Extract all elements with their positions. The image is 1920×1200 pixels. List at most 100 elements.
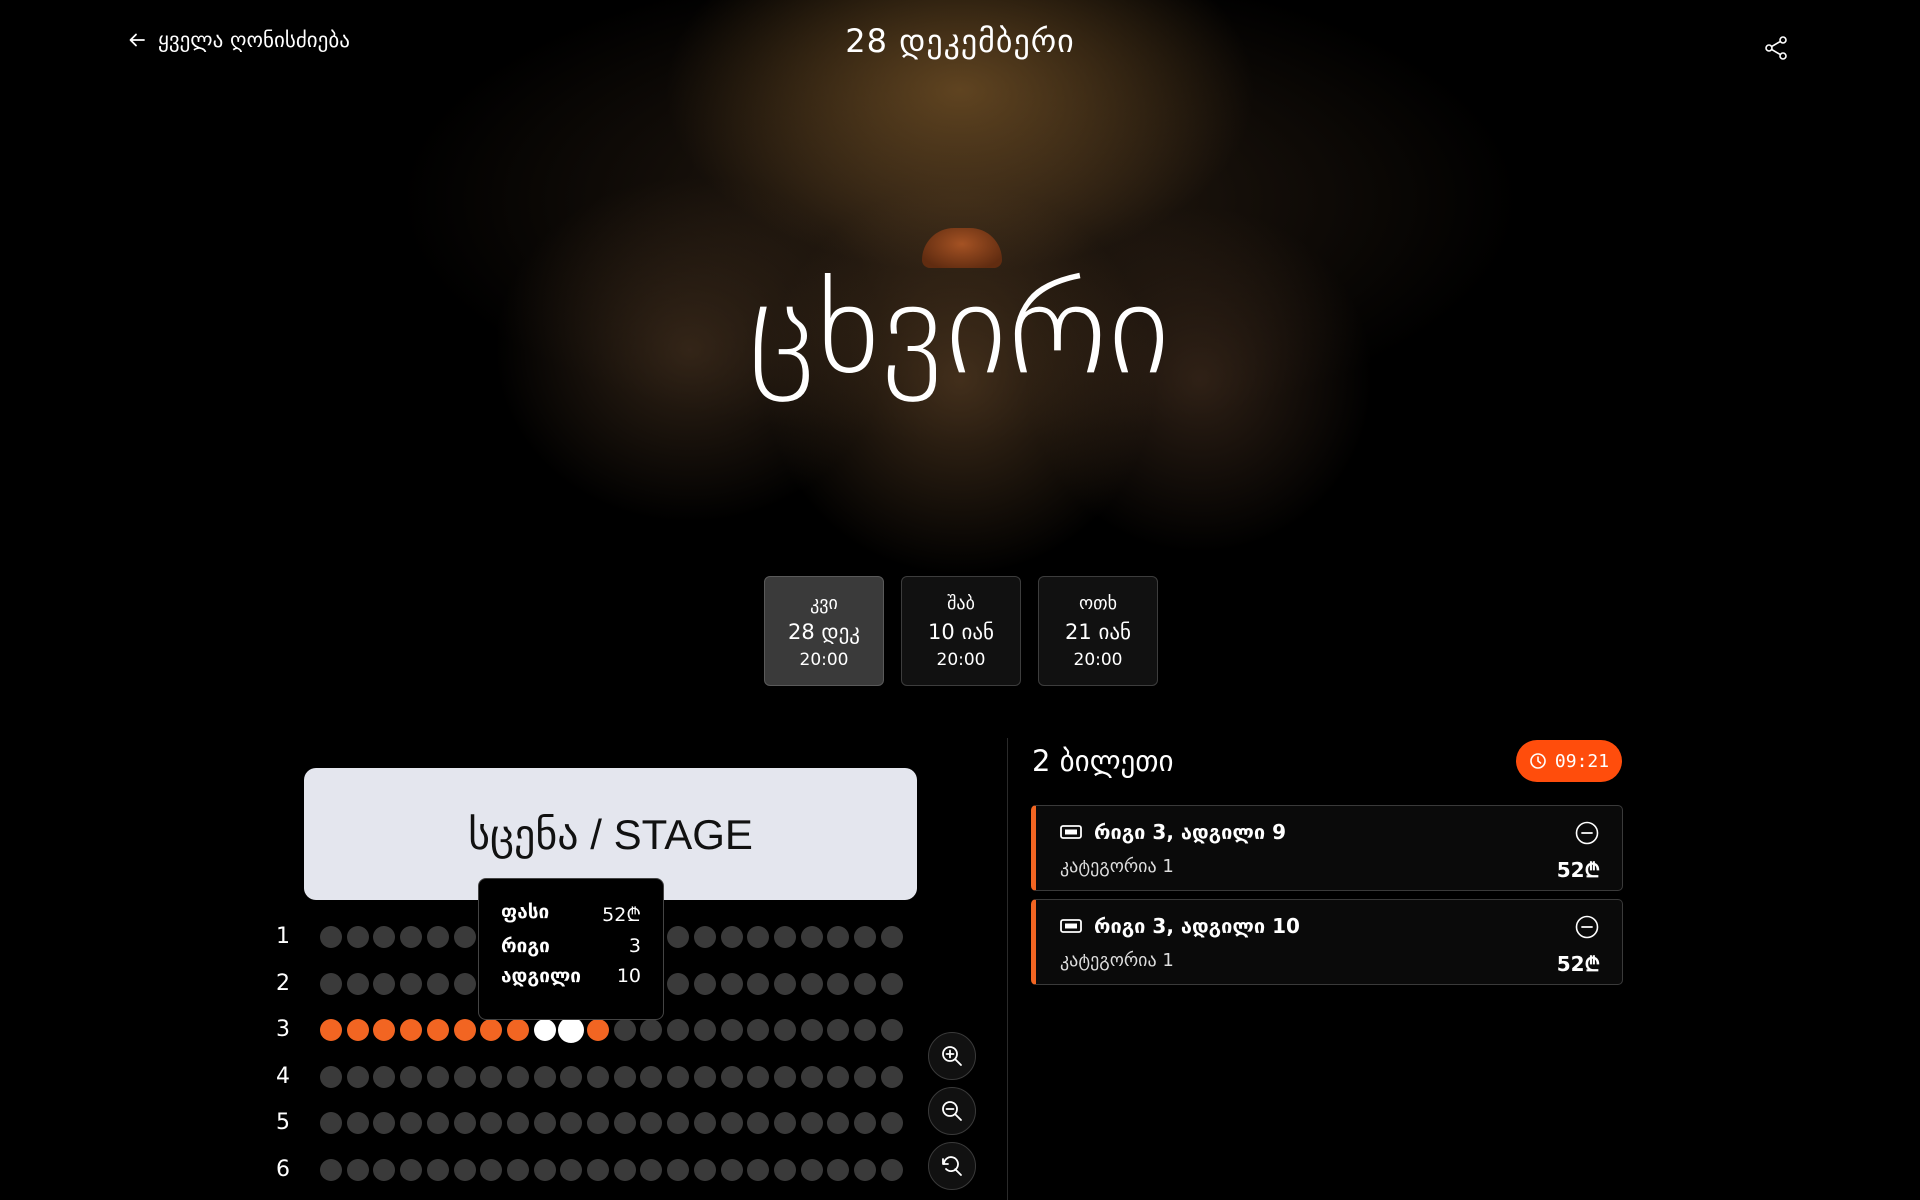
seat[interactable] [400,926,423,948]
seat[interactable] [587,1019,609,1041]
seat[interactable] [827,1158,850,1181]
seat[interactable] [720,1158,743,1181]
seat[interactable] [453,972,476,995]
seat[interactable] [320,1065,342,1088]
seat[interactable] [320,926,342,948]
seat[interactable] [880,1158,903,1181]
seat[interactable] [346,926,369,948]
seat[interactable] [640,1112,663,1134]
seat[interactable] [800,1065,823,1088]
seat[interactable] [426,1158,449,1181]
seat[interactable] [693,972,716,995]
seat[interactable] [640,1065,663,1088]
share-icon[interactable] [1762,34,1790,62]
seat[interactable] [560,1158,583,1181]
seat[interactable] [800,1112,823,1134]
seat[interactable] [720,1065,743,1088]
seat[interactable] [587,1065,609,1088]
seat[interactable] [400,972,423,995]
seat[interactable] [613,1112,636,1134]
seat[interactable] [453,1112,476,1134]
seat[interactable] [613,1065,636,1088]
seat[interactable] [800,926,823,948]
seat[interactable] [560,1112,583,1134]
seat[interactable] [506,1112,529,1134]
seat[interactable] [320,1158,342,1181]
seat[interactable] [373,1019,396,1041]
seat[interactable] [320,1112,342,1134]
seat[interactable] [560,1065,583,1088]
date-option[interactable]: ოთხ 21 იან 20:00 [1038,576,1158,686]
seat[interactable] [693,926,716,948]
seat[interactable] [558,1017,585,1043]
seat[interactable] [747,926,770,948]
seat[interactable] [827,972,850,995]
seat[interactable] [827,926,850,948]
seat[interactable] [373,926,396,948]
date-option[interactable]: კვი 28 დეკ 20:00 [764,576,884,686]
zoom-in-button[interactable] [928,1032,976,1080]
seat[interactable] [773,1019,796,1041]
seat[interactable] [453,1019,476,1041]
seat[interactable] [667,972,690,995]
seat[interactable] [533,1158,556,1181]
seat[interactable] [426,926,449,948]
seat[interactable] [800,972,823,995]
remove-ticket-icon[interactable] [1574,914,1600,940]
date-option[interactable]: შაბ 10 იან 20:00 [901,576,1021,686]
seat[interactable] [373,1158,396,1181]
seat[interactable] [533,1112,556,1134]
seat[interactable] [854,1019,876,1041]
seat[interactable] [747,1065,770,1088]
seat[interactable] [373,1065,396,1088]
seat[interactable] [773,1112,796,1134]
seat[interactable] [480,1065,503,1088]
seat[interactable] [880,1019,903,1041]
seat[interactable] [880,1112,903,1134]
seat[interactable] [533,1065,556,1088]
seat[interactable] [747,1019,770,1041]
seat[interactable] [426,1065,449,1088]
seat[interactable] [320,1019,342,1041]
seat[interactable] [480,1112,503,1134]
seat[interactable] [453,1158,476,1181]
seat[interactable] [854,926,876,948]
seat[interactable] [667,1019,690,1041]
seat[interactable] [854,1158,876,1181]
seat[interactable] [667,1158,690,1181]
seat[interactable] [693,1019,716,1041]
seat[interactable] [480,1158,503,1181]
seat[interactable] [587,1112,609,1134]
seat[interactable] [346,972,369,995]
seat[interactable] [506,1065,529,1088]
seat[interactable] [426,1019,449,1041]
seat[interactable] [827,1112,850,1134]
seat[interactable] [747,1112,770,1134]
seat[interactable] [693,1065,716,1088]
seat[interactable] [426,972,449,995]
seat[interactable] [854,972,876,995]
seat[interactable] [667,1065,690,1088]
seat[interactable] [720,926,743,948]
seat[interactable] [720,1112,743,1134]
zoom-out-button[interactable] [928,1087,976,1135]
seat[interactable] [854,1112,876,1134]
reset-zoom-button[interactable] [928,1142,976,1190]
seat[interactable] [880,972,903,995]
seat[interactable] [373,972,396,995]
seat[interactable] [640,1019,663,1041]
seat[interactable] [827,1019,850,1041]
seat[interactable] [613,1019,636,1041]
seat[interactable] [827,1065,850,1088]
seat[interactable] [533,1019,556,1041]
seat[interactable] [346,1158,369,1181]
seat[interactable] [373,1112,396,1134]
seat[interactable] [720,1019,743,1041]
seat[interactable] [800,1019,823,1041]
seat[interactable] [747,972,770,995]
seat[interactable] [667,926,690,948]
seat[interactable] [640,1158,663,1181]
seat[interactable] [773,926,796,948]
seat[interactable] [453,926,476,948]
seat[interactable] [400,1065,423,1088]
